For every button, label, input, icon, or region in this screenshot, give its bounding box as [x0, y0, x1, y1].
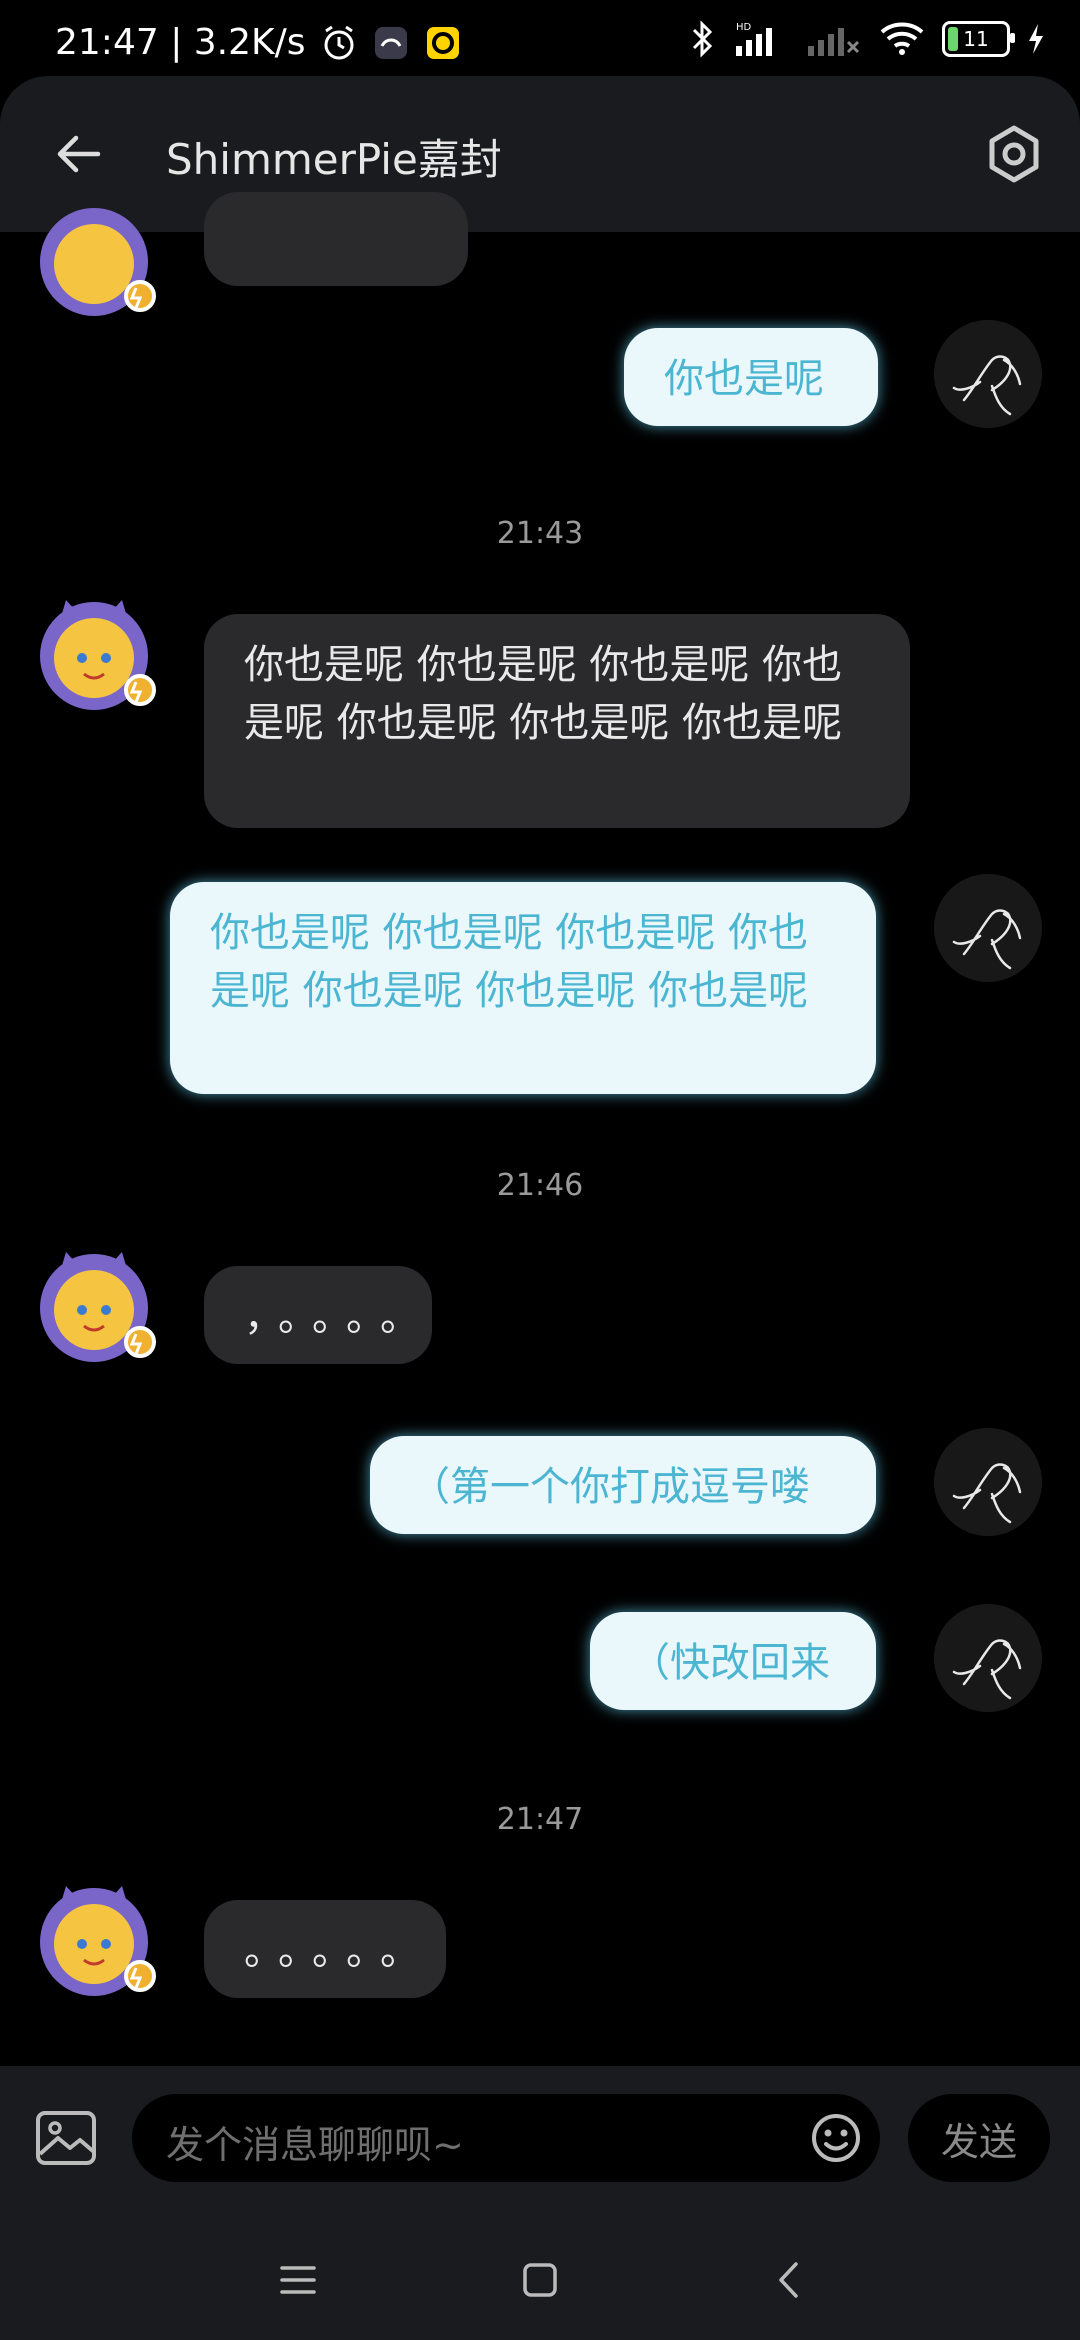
settings-button[interactable] [974, 114, 1054, 194]
outgoing-message-bubble[interactable]: 你也是呢 你也是呢 你也是呢 你也是呢 你也是呢 你也是呢 你也是呢 [170, 882, 876, 1094]
page-title: ShimmerPie嘉封 [166, 135, 502, 184]
back-nav-button[interactable] [758, 2250, 818, 2310]
svg-text:HD: HD [736, 22, 752, 33]
hexagon-settings-icon [989, 125, 1039, 183]
timestamp: 21:47 [496, 1802, 584, 1837]
send-button[interactable]: 发送 [908, 2094, 1050, 2182]
emoji-icon[interactable] [810, 2112, 862, 2164]
my-avatar[interactable] [934, 874, 1042, 982]
message-input[interactable]: 发个消息聊聊呗~ [132, 2094, 880, 2182]
my-avatar[interactable] [934, 1428, 1042, 1536]
partial-message-bubble[interactable] [204, 192, 468, 286]
my-avatar[interactable] [934, 1604, 1042, 1712]
home-nav-button[interactable] [510, 2250, 570, 2310]
signal-icon: HD [736, 22, 772, 56]
bluetooth-icon [692, 20, 713, 58]
back-button[interactable] [40, 116, 116, 192]
wifi-icon [880, 22, 924, 55]
my-avatar[interactable] [934, 320, 1042, 428]
timestamp: 21:46 [496, 1168, 584, 1203]
incoming-message-bubble[interactable]: 。。。。。 [204, 1900, 446, 1998]
message-text: 你也是呢 [664, 356, 824, 402]
alarm-icon [324, 25, 354, 59]
chevron-left-icon [779, 2262, 798, 2298]
chat-header: ShimmerPie嘉封 [0, 76, 1080, 232]
message-text: ，。。。。 [244, 1294, 434, 1340]
menu-nav-button[interactable] [268, 2250, 328, 2310]
app-icon [374, 26, 407, 59]
message-text: （第一个你打成逗号喽 [410, 1464, 810, 1510]
arrow-left-icon [57, 135, 101, 173]
outgoing-message-bubble[interactable]: （快改回来 [590, 1612, 876, 1710]
image-button[interactable] [30, 2102, 102, 2174]
system-nav-bar [0, 2216, 1080, 2340]
charging-icon [1029, 24, 1043, 54]
chat-area[interactable]: 你也是呢 21:43 你也是呢 你也是呢 你也是呢 你也是呢 你也是呢 你也是呢… [0, 192, 1080, 2066]
avatar[interactable] [28, 586, 160, 718]
avatar[interactable] [28, 192, 160, 324]
message-text: （快改回来 [630, 1640, 830, 1686]
status-left: 21:47 | 3.2K/s [55, 22, 462, 63]
message-input-bar: 发个消息聊聊呗~ 发送 [0, 2066, 1080, 2216]
status-right: HD 11 [688, 20, 1046, 58]
square-home-icon [523, 2263, 557, 2297]
send-label: 发送 [940, 2119, 1017, 2164]
status-time-speed: 21:47 | 3.2K/s [55, 22, 306, 63]
timestamp: 21:43 [496, 516, 584, 551]
message-text: 你也是呢 你也是呢 你也是呢 你也是呢 你也是呢 你也是呢 你也是呢 [244, 642, 843, 746]
image-icon [36, 2111, 96, 2165]
message-text: 你也是呢 你也是呢 你也是呢 你也是呢 你也是呢 你也是呢 你也是呢 [210, 910, 809, 1014]
battery-level: 11 [963, 27, 989, 51]
incoming-message-bubble[interactable]: ，。。。。 [204, 1266, 432, 1364]
menu-icon [280, 2266, 316, 2294]
avatar[interactable] [28, 1238, 160, 1370]
battery-indicator: 11 [942, 21, 1015, 57]
incoming-message-bubble[interactable]: 你也是呢 你也是呢 你也是呢 你也是呢 你也是呢 你也是呢 你也是呢 [204, 614, 910, 828]
message-text: 。。。。。 [244, 1928, 434, 1974]
signal-2-icon [808, 28, 860, 56]
avatar[interactable] [28, 1872, 160, 2004]
message-input-placeholder: 发个消息聊聊呗~ [166, 2123, 464, 2167]
outgoing-message-bubble[interactable]: 你也是呢 [624, 328, 878, 426]
yellow-app-icon [426, 26, 459, 59]
outgoing-message-bubble[interactable]: （第一个你打成逗号喽 [370, 1436, 876, 1534]
